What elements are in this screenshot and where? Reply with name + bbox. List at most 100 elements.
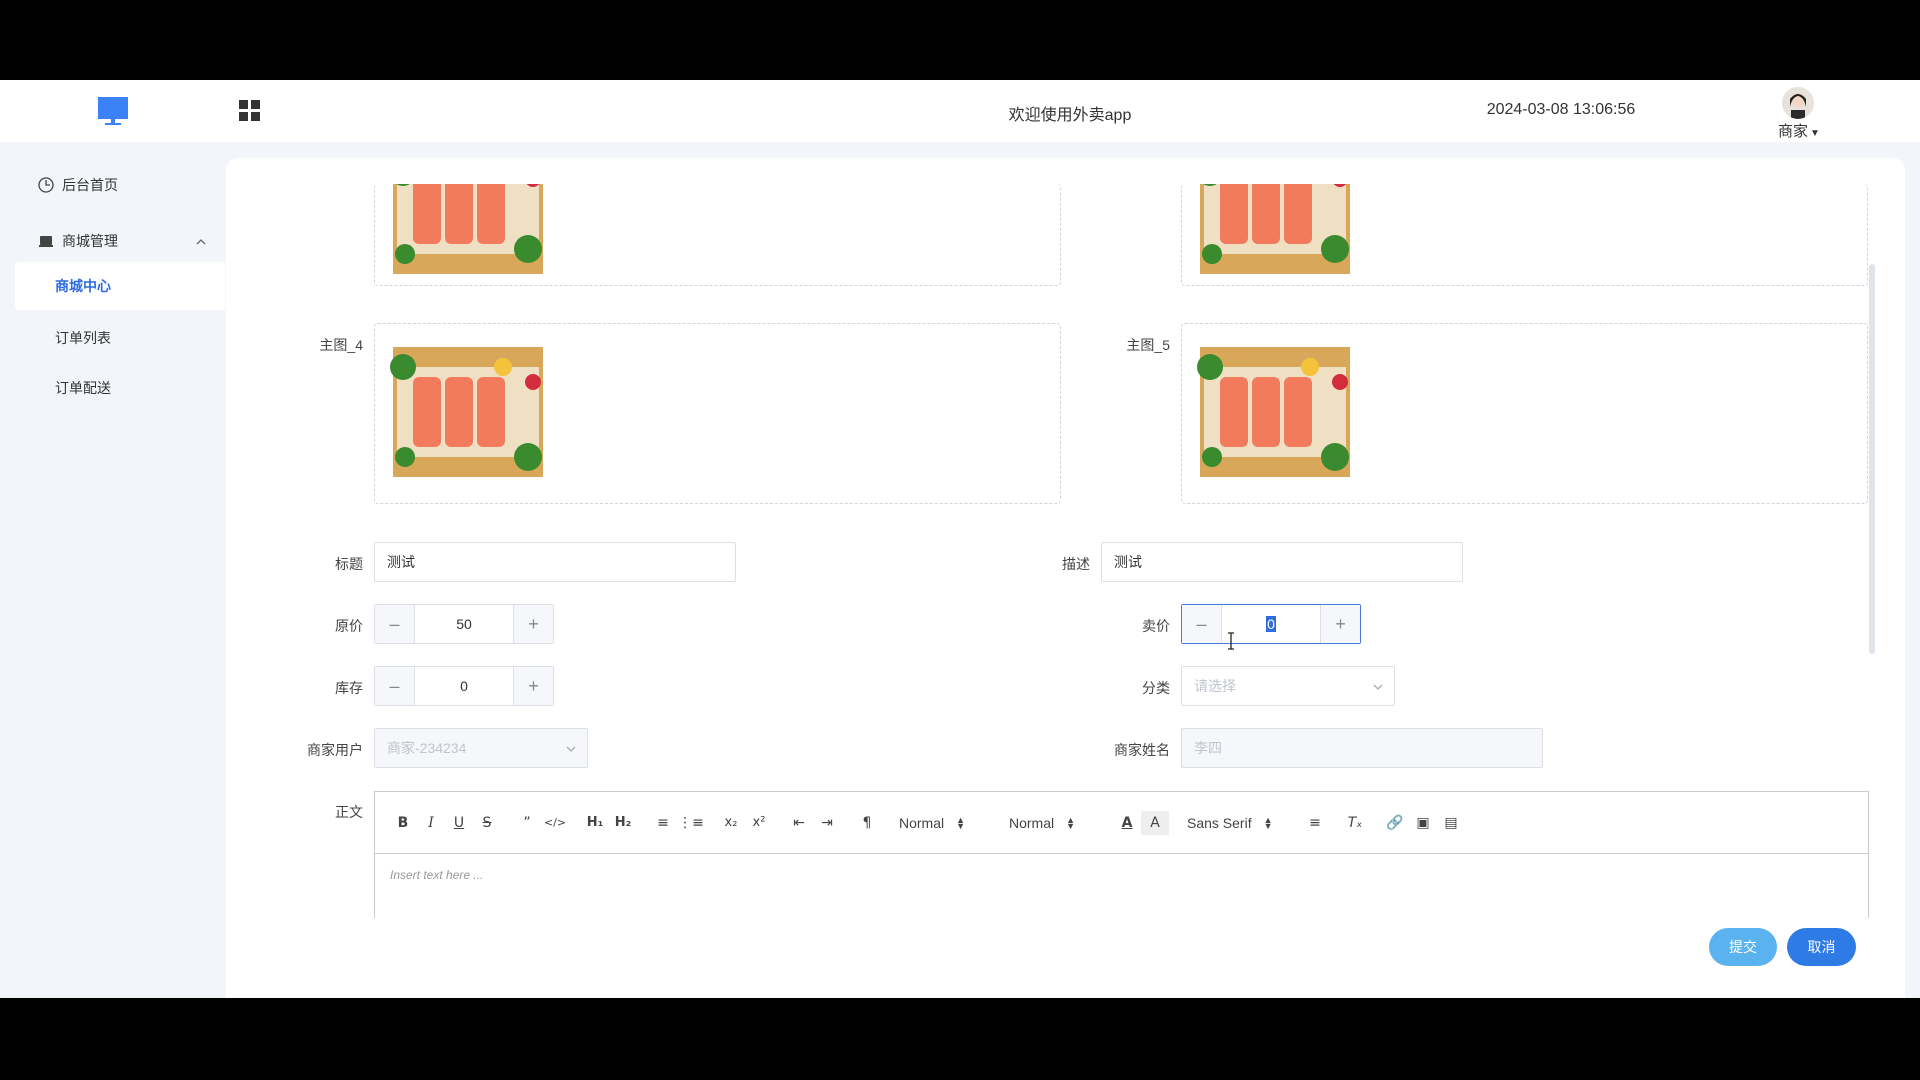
- current-datetime: 2024-03-08 13:06:56: [1486, 101, 1636, 118]
- food-image-icon: [390, 347, 543, 477]
- underline-icon[interactable]: U: [445, 811, 473, 835]
- background-color-icon[interactable]: A: [1141, 810, 1169, 835]
- app-grid-icon[interactable]: [239, 100, 261, 122]
- editor-toolbar: B I U S ” </> H₁ H₂ ≡ ⋮≡ x₂ x² ⇤ ⇥ ¶ Nor…: [375, 792, 1868, 854]
- image-upload-5[interactable]: [1181, 323, 1868, 504]
- clock-icon: [38, 177, 54, 193]
- subscript-icon[interactable]: x₂: [717, 811, 745, 835]
- user-avatar-icon: [1782, 87, 1814, 119]
- chevron-down-icon: [566, 746, 576, 752]
- sidebar-item-label: 后台首页: [62, 177, 118, 193]
- store-icon: [39, 236, 53, 247]
- chevron-down-icon: [1373, 684, 1383, 690]
- bullet-list-icon[interactable]: ⋮≡: [677, 811, 705, 835]
- vertical-scrollbar[interactable]: [1869, 264, 1875, 654]
- clear-format-icon[interactable]: Tₓ: [1341, 811, 1369, 835]
- updown-icon: ▲ ▼: [1263, 814, 1273, 831]
- sidebar: 后台首页 商城管理 商城中心 订单列表 订单配送: [0, 142, 225, 998]
- outdent-icon[interactable]: ⇤: [785, 811, 813, 835]
- submit-button[interactable]: 提交: [1709, 928, 1777, 966]
- merchant-name-input: 李四: [1181, 728, 1543, 768]
- sale-price-stepper[interactable]: – 0 +: [1181, 604, 1361, 644]
- merchant-user-value: 商家-234234: [387, 740, 467, 756]
- food-image-icon: [393, 184, 543, 274]
- bold-icon[interactable]: B: [389, 811, 417, 835]
- updown-icon: ▲ ▼: [1066, 814, 1076, 831]
- italic-icon[interactable]: I: [417, 811, 445, 835]
- category-placeholder: 请选择: [1194, 678, 1236, 694]
- merchant-name-label: 商家姓名: [1114, 742, 1170, 758]
- heading2-icon[interactable]: H₂: [609, 811, 637, 835]
- orig-price-value[interactable]: 50: [415, 605, 513, 643]
- monitor-logo-icon: [98, 97, 128, 125]
- chevron-down-icon: ▼: [1810, 128, 1820, 139]
- video-icon[interactable]: ▤: [1437, 811, 1465, 835]
- font-picker[interactable]: Sans Serif ▲ ▼: [1181, 811, 1301, 835]
- increment-button[interactable]: +: [513, 605, 553, 643]
- updown-icon: ▲ ▼: [956, 814, 966, 831]
- editor-content[interactable]: Insert text here ...: [375, 854, 1868, 896]
- code-icon[interactable]: </>: [541, 811, 569, 835]
- image5-label: 主图_5: [1126, 337, 1170, 353]
- strike-icon[interactable]: S: [473, 811, 501, 835]
- avatar[interactable]: [1782, 87, 1814, 119]
- sidebar-item-order-list[interactable]: 订单列表: [55, 328, 111, 348]
- rich-text-editor: B I U S ” </> H₁ H₂ ≡ ⋮≡ x₂ x² ⇤ ⇥ ¶ Nor…: [374, 791, 1869, 921]
- user-dropdown[interactable]: 商家 ▼: [1778, 120, 1820, 141]
- decrement-button[interactable]: –: [375, 667, 415, 705]
- welcome-text: 欢迎使用外卖app: [1008, 107, 1132, 124]
- decrement-button[interactable]: –: [375, 605, 415, 643]
- orig-price-stepper[interactable]: – 50 +: [374, 604, 554, 644]
- increment-button[interactable]: +: [1320, 605, 1360, 643]
- heading1-icon[interactable]: H₁: [581, 811, 609, 835]
- font-picker-label: Sans Serif: [1187, 814, 1252, 831]
- image-icon[interactable]: ▣: [1409, 811, 1437, 835]
- stock-value[interactable]: 0: [415, 667, 513, 705]
- align-icon[interactable]: ≡: [1301, 811, 1329, 835]
- bottom-letterbox: [0, 998, 1920, 1080]
- font-color-icon[interactable]: A: [1113, 811, 1141, 835]
- sidebar-item-mall-center[interactable]: 商城中心: [15, 262, 225, 310]
- sidebar-item-order-delivery[interactable]: 订单配送: [55, 378, 111, 398]
- category-label: 分类: [1142, 680, 1170, 696]
- text-direction-icon[interactable]: ¶: [853, 811, 881, 835]
- image4-label: 主图_4: [319, 337, 363, 353]
- user-label: 商家: [1778, 123, 1809, 140]
- sale-price-value[interactable]: 0: [1222, 605, 1320, 643]
- title-label: 标题: [335, 556, 363, 572]
- sale-price-label: 卖价: [1142, 618, 1170, 634]
- stock-label: 库存: [335, 680, 363, 696]
- title-input[interactable]: 测试: [374, 542, 736, 582]
- merchant-user-label: 商家用户: [307, 742, 363, 758]
- image-upload-4[interactable]: [374, 323, 1061, 504]
- sidebar-item-label: 商城管理: [62, 233, 118, 249]
- link-icon[interactable]: 🔗: [1381, 811, 1409, 835]
- superscript-icon[interactable]: x²: [745, 811, 773, 835]
- size-picker[interactable]: Normal ▲ ▼: [1003, 811, 1113, 835]
- header-picker-label: Normal: [899, 814, 945, 831]
- blockquote-icon[interactable]: ”: [513, 811, 541, 835]
- sidebar-item-mall-management[interactable]: 商城管理: [38, 231, 118, 251]
- merchant-user-select: 商家-234234: [374, 728, 588, 768]
- decrement-button[interactable]: –: [1182, 605, 1222, 643]
- food-image-icon: [1197, 347, 1350, 477]
- desc-input[interactable]: 测试: [1101, 542, 1463, 582]
- card-footer: [226, 918, 1905, 998]
- desc-label: 描述: [1062, 556, 1090, 572]
- selected-text: 0: [1266, 616, 1276, 632]
- stock-stepper[interactable]: – 0 +: [374, 666, 554, 706]
- cancel-button[interactable]: 取消: [1787, 928, 1856, 966]
- image-upload-3b[interactable]: [1181, 184, 1868, 286]
- food-image-icon: [1200, 184, 1350, 274]
- text-cursor-icon: [1228, 632, 1234, 650]
- chevron-up-icon[interactable]: [194, 235, 208, 249]
- category-select[interactable]: 请选择: [1181, 666, 1395, 706]
- ordered-list-icon[interactable]: ≡: [649, 811, 677, 835]
- size-picker-label: Normal: [1009, 814, 1055, 831]
- header-picker[interactable]: Normal ▲ ▼: [893, 811, 1003, 835]
- image-upload-3[interactable]: [374, 184, 1061, 286]
- sidebar-item-home[interactable]: 后台首页: [38, 175, 118, 195]
- increment-button[interactable]: +: [513, 667, 553, 705]
- body-label: 正文: [335, 804, 363, 820]
- indent-icon[interactable]: ⇥: [813, 811, 841, 835]
